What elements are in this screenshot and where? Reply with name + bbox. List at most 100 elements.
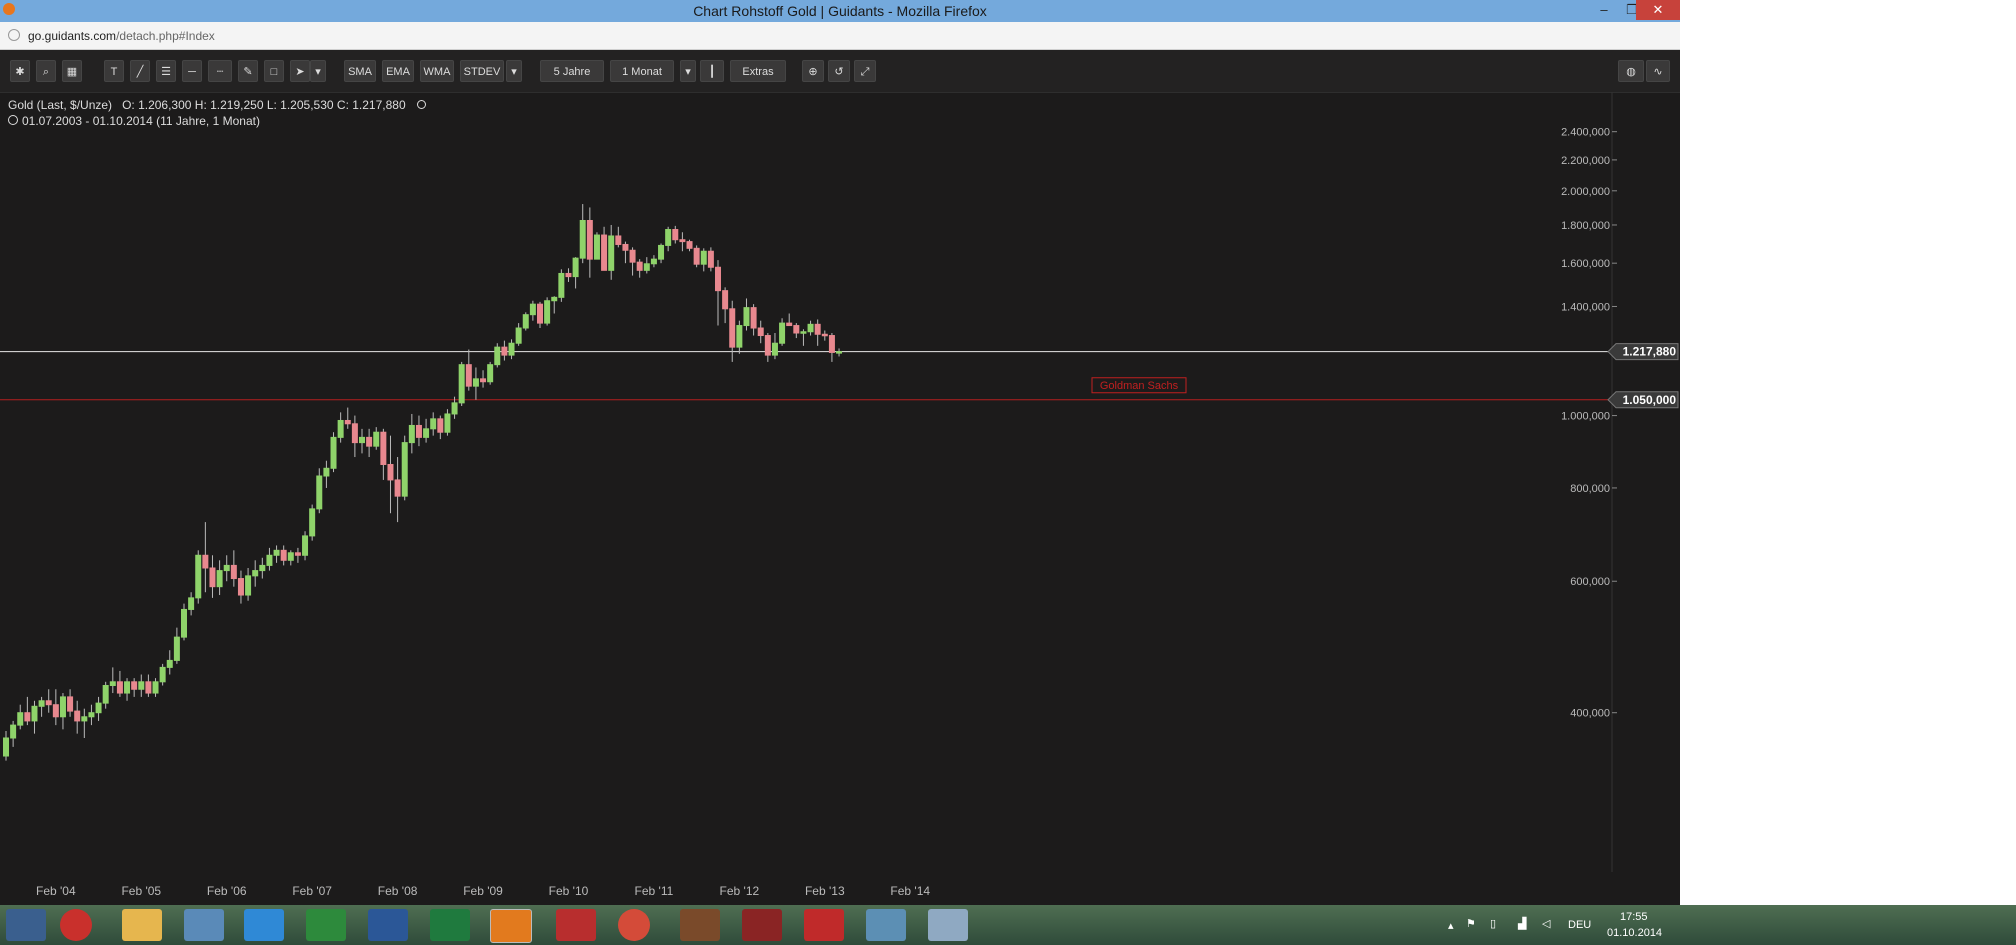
extras-button[interactable]: Extras <box>730 60 786 82</box>
horizontal-line-icon[interactable]: ─ <box>182 60 202 82</box>
windows-start-icon[interactable] <box>6 909 46 941</box>
store-icon[interactable] <box>306 909 346 941</box>
wifi-signal-icon[interactable]: ▟ <box>1518 917 1526 930</box>
candle-body <box>508 342 515 356</box>
zoom-icon[interactable]: ⊕ <box>802 60 824 82</box>
dashed-line-icon[interactable]: ┄ <box>208 60 232 82</box>
candle-body <box>252 570 259 577</box>
candle-body <box>558 272 565 298</box>
x-tick-label: Feb '06 <box>207 884 247 898</box>
ema-button[interactable]: EMA <box>382 60 414 82</box>
text-tool-button[interactable]: T <box>104 60 124 82</box>
search-icon[interactable]: ⌕ <box>36 60 56 82</box>
candle-body <box>223 564 230 572</box>
library-icon[interactable] <box>680 909 720 941</box>
file-explorer-icon[interactable] <box>122 909 162 941</box>
candle-body <box>757 327 764 337</box>
x-tick-label: Feb '12 <box>720 884 760 898</box>
kaspersky-icon[interactable] <box>556 909 596 941</box>
internet-explorer-icon[interactable] <box>244 909 284 941</box>
candle-body <box>245 575 252 596</box>
wma-button[interactable]: WMA <box>420 60 454 82</box>
usb-icon[interactable]: ▯ <box>1490 917 1496 930</box>
tray-up-arrow-icon[interactable]: ▴ <box>1448 919 1454 932</box>
candle-body <box>586 220 593 260</box>
settings-gear-icon[interactable]: ✱ <box>10 60 30 82</box>
range-select[interactable]: 5 Jahre <box>540 60 604 82</box>
cursor-icon[interactable]: ➤ <box>290 60 310 82</box>
candle-body <box>31 705 38 722</box>
price-chart[interactable]: 400,000 600,000 800,000 1.000,000 1.400,000 1… <box>0 92 1680 905</box>
indicator-dropdown-icon[interactable]: ▾ <box>506 60 522 82</box>
candle-body <box>771 342 778 356</box>
network-icon[interactable] <box>184 909 224 941</box>
candle-body <box>722 290 729 310</box>
candle-body <box>551 296 558 302</box>
x-tick-label: Feb '07 <box>292 884 332 898</box>
stdev-button[interactable]: STDEV <box>460 60 504 82</box>
undo-icon[interactable]: ↺ <box>828 60 850 82</box>
y-tick-label: 1.800,000 <box>1561 220 1610 232</box>
rectangle-icon[interactable]: □ <box>264 60 284 82</box>
candle-body <box>487 364 494 383</box>
x-tick-label: Feb '14 <box>890 884 930 898</box>
calculator-icon[interactable] <box>866 909 906 941</box>
paint-icon[interactable] <box>928 909 968 941</box>
chart-app: ✱ ⌕ ▦ T ╱ ☰ ─ ┄ ✎ □ ➤ ▾ SMA EMA WMA STDE… <box>0 50 1680 905</box>
candle-body <box>188 597 195 610</box>
grid-layout-icon[interactable]: ▦ <box>62 60 82 82</box>
candle-body <box>515 327 522 344</box>
candle-body <box>430 418 437 430</box>
sma-button[interactable]: SMA <box>344 60 376 82</box>
candle-body <box>828 335 835 353</box>
line-value-label: 1.050,000 <box>1623 393 1677 407</box>
clock-time[interactable]: 17:55 <box>1620 911 1648 923</box>
candle-body <box>707 250 714 268</box>
candle-body <box>579 220 586 259</box>
overlay-settings-icon[interactable]: ◍ <box>1618 60 1644 82</box>
fullscreen-icon[interactable]: ⤢ <box>854 60 876 82</box>
candle-body <box>415 424 422 438</box>
candle-body <box>109 681 116 687</box>
candle-body <box>608 235 615 271</box>
interval-select[interactable]: 1 Monat <box>610 60 674 82</box>
acrobat-icon[interactable] <box>804 909 844 941</box>
tool-dropdown-icon[interactable]: ▾ <box>310 60 326 82</box>
candle-body <box>736 325 743 348</box>
interval-dropdown-icon[interactable]: ▾ <box>680 60 696 82</box>
candle-body <box>359 436 365 444</box>
clock-date[interactable]: 01.10.2014 <box>1607 927 1662 939</box>
close-button[interactable]: ✕ <box>1636 0 1680 20</box>
candle-body <box>273 549 280 556</box>
url-text[interactable]: go.guidants.com/detach.php#Index <box>28 29 215 43</box>
pen-icon[interactable]: ✎ <box>238 60 258 82</box>
excel-icon[interactable] <box>430 909 470 941</box>
globe-icon <box>8 29 20 41</box>
word-icon[interactable] <box>368 909 408 941</box>
candle-body <box>658 244 665 260</box>
candle-body <box>351 423 358 444</box>
trendline-icon[interactable]: ╱ <box>130 60 150 82</box>
candle-body <box>74 710 81 722</box>
chrome-icon[interactable] <box>618 909 650 941</box>
candle-body <box>444 413 451 433</box>
candle-body <box>387 463 394 481</box>
minimize-button[interactable]: – <box>1590 0 1618 20</box>
firefox-taskbar-icon[interactable] <box>490 909 532 943</box>
volume-icon[interactable]: ◁ <box>1542 917 1550 930</box>
candle-body <box>138 681 145 690</box>
last-price-label: 1.217,880 <box>1623 345 1677 359</box>
language-indicator[interactable]: DEU <box>1568 919 1591 931</box>
candle-body <box>522 314 529 329</box>
chart-type-candle-icon[interactable]: ┃ <box>700 60 724 82</box>
app-s-icon[interactable] <box>742 909 782 941</box>
flag-icon[interactable]: ⚑ <box>1466 917 1476 930</box>
candle-body <box>266 554 273 566</box>
fibonacci-icon[interactable]: ☰ <box>156 60 176 82</box>
signal-icon[interactable]: ∿ <box>1646 60 1670 82</box>
candle-body <box>779 322 786 344</box>
power-icon[interactable] <box>60 909 92 941</box>
candle-body <box>145 681 152 694</box>
candle-body <box>423 428 430 438</box>
address-bar[interactable]: go.guidants.com/detach.php#Index <box>0 22 1680 50</box>
